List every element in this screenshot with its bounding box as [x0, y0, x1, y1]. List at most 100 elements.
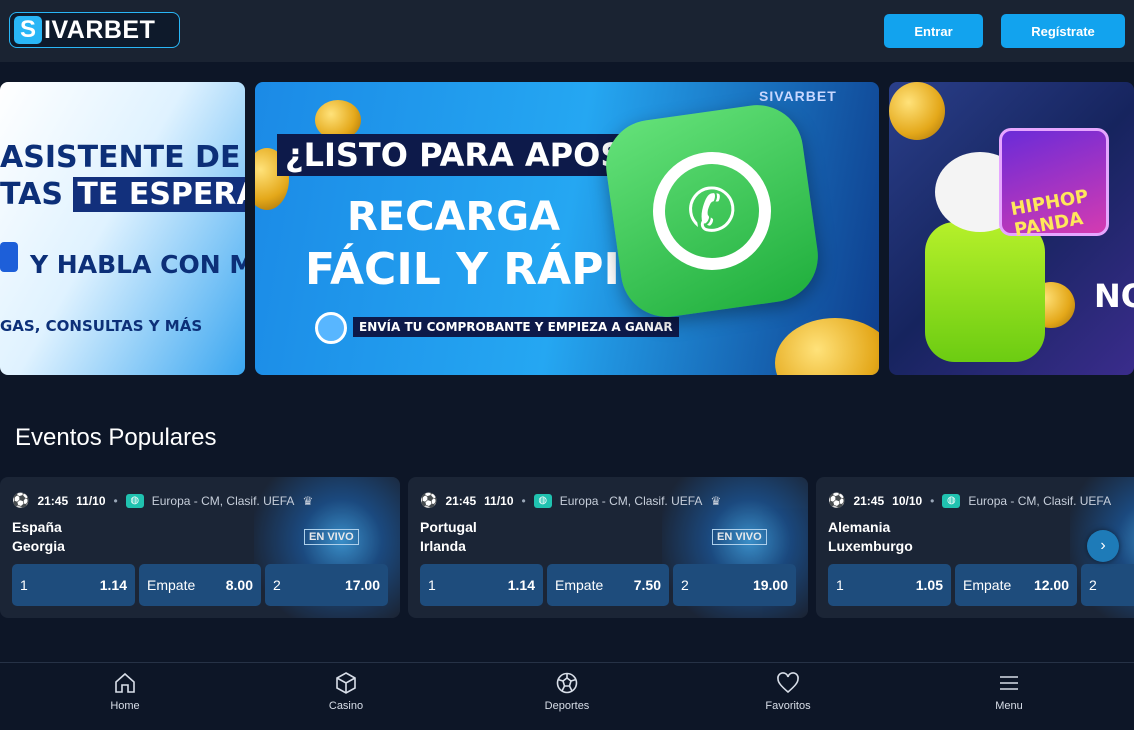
event-date: 11/10	[76, 493, 106, 508]
event-meta: ⚽ 21:45 10/10 • ◍ Europa - CM, Clasif. U…	[828, 492, 1111, 509]
odd-button-home[interactable]: 1 1.14	[12, 564, 135, 606]
odd-button-away[interactable]: 2 19.00	[673, 564, 796, 606]
odd-label: 1	[836, 577, 844, 593]
hamburger-menu-icon	[1000, 676, 1018, 690]
promo-banner-hiphop-panda[interactable]: HIPHOP PANDA NO K	[889, 82, 1134, 375]
away-team: Irlanda	[420, 538, 466, 554]
nav-label: Deportes	[544, 700, 590, 712]
live-badge: EN VIVO	[304, 529, 359, 545]
pointer-hand-icon	[0, 242, 18, 272]
odd-label: 1	[428, 577, 436, 593]
carousel-next-arrow-icon[interactable]: ›	[1087, 530, 1119, 562]
nav-label: Casino	[328, 700, 364, 712]
nav-item-home[interactable]: Home	[80, 671, 170, 712]
trophy-icon: ♛	[710, 493, 722, 508]
banner-brand-text: SIVARBET	[759, 88, 837, 104]
event-time: 21:45	[853, 493, 885, 508]
odd-value: 1.05	[915, 577, 943, 593]
gold-coin-icon	[775, 318, 879, 375]
nav-item-menu[interactable]: Menu	[964, 671, 1054, 712]
home-team: Portugal	[420, 519, 477, 535]
home-team: Alemania	[828, 519, 891, 535]
home-team: España	[12, 519, 62, 535]
banner-panda-text: NO K	[1094, 277, 1134, 315]
separator-dot: •	[521, 493, 526, 508]
nav-label: Menu	[995, 700, 1023, 712]
odd-value: 17.00	[344, 577, 380, 593]
event-time: 21:45	[37, 493, 69, 508]
gold-coin-icon	[889, 82, 945, 140]
banner-whatsapp-line1: RECARGA	[347, 194, 561, 240]
nav-item-casino[interactable]: Casino	[301, 671, 391, 712]
nav-item-favorites[interactable]: Favoritos	[743, 671, 833, 712]
event-league: Europa - CM, Clasif. UEFA	[968, 493, 1112, 508]
top-header: S IVARBET Entrar Regístrate	[0, 0, 1134, 62]
odd-button-home[interactable]: 1 1.05	[828, 564, 951, 606]
odd-value: 8.00	[225, 577, 253, 593]
odd-label: Empate	[555, 577, 604, 593]
bottom-nav: Home Casino Deportes Favoritos Menu	[0, 662, 1134, 730]
away-team: Luxemburgo	[828, 538, 913, 554]
odd-label: Empate	[147, 577, 196, 593]
home-icon	[115, 672, 135, 693]
odd-value: 1.14	[99, 577, 127, 593]
banner-assistant-line2: TAS TE ESPERA!	[0, 177, 245, 212]
soccer-ball-icon	[556, 672, 578, 694]
soccer-ball-icon: ⚽	[420, 492, 438, 508]
banner-assistant-line3: Y HABLA CON MAYA.	[30, 250, 245, 279]
odd-button-away[interactable]: 2 17.00	[265, 564, 388, 606]
nav-item-sports[interactable]: Deportes	[522, 671, 612, 712]
check-badge-icon	[315, 312, 347, 344]
globe-icon: ◍	[942, 493, 961, 508]
banner-assistant-line2b: TE ESPERA!	[73, 177, 245, 212]
odd-label: 2	[681, 577, 689, 593]
odd-button-draw[interactable]: Empate 12.00	[955, 564, 1077, 606]
nav-label: Home	[110, 700, 140, 712]
globe-icon: ◍	[125, 493, 144, 508]
soccer-ball-icon: ⚽	[12, 492, 30, 508]
odd-label: 2	[1089, 577, 1097, 593]
event-time: 21:45	[445, 493, 477, 508]
banner-assistant-line2a: TAS	[0, 177, 63, 212]
odd-value: 12.00	[1033, 577, 1069, 593]
dice-cube-icon	[336, 672, 356, 694]
odd-label: Empate	[963, 577, 1012, 593]
game-card-title: HIPHOP PANDA	[1009, 185, 1091, 241]
register-button[interactable]: Regístrate	[1001, 14, 1125, 48]
banner-assistant-line1: ASISTENTE DE	[0, 140, 241, 175]
banner-assistant-line4: GAS, CONSULTAS Y MÁS	[0, 317, 203, 335]
event-league: Europa - CM, Clasif. UEFA	[151, 493, 295, 508]
hiphop-panda-game-card: HIPHOP PANDA	[999, 128, 1109, 241]
banner-whatsapp-small: ENVÍA TU COMPROBANTE Y EMPIEZA A GANAR	[353, 317, 679, 337]
promo-banner-assistant[interactable]: ASISTENTE DE TAS TE ESPERA! Y HABLA CON …	[0, 82, 245, 375]
logo-s-mark: S	[14, 16, 42, 44]
live-badge: EN VIVO	[712, 529, 767, 545]
sivarbet-logo[interactable]: S IVARBET	[9, 12, 180, 48]
odd-label: 1	[20, 577, 28, 593]
section-title-popular-events: Eventos Populares	[15, 424, 217, 451]
event-league: Europa - CM, Clasif. UEFA	[559, 493, 703, 508]
soccer-ball-icon: ⚽	[828, 492, 846, 508]
odd-label: 2	[273, 577, 281, 593]
event-meta: ⚽ 21:45 11/10 • ◍ Europa - CM, Clasif. U…	[12, 492, 313, 509]
odd-button-away[interactable]: 2	[1081, 564, 1134, 606]
odd-value: 19.00	[752, 577, 788, 593]
event-date: 11/10	[484, 493, 514, 508]
separator-dot: •	[113, 493, 118, 508]
logo-wordmark: IVARBET	[44, 15, 156, 44]
odd-value: 1.14	[507, 577, 535, 593]
odd-button-draw[interactable]: Empate 8.00	[139, 564, 261, 606]
separator-dot: •	[930, 493, 935, 508]
login-button[interactable]: Entrar	[884, 14, 983, 48]
event-card[interactable]: EN VIVO ⚽ 21:45 11/10 • ◍ Europa - CM, C…	[408, 477, 808, 618]
odd-value: 7.50	[633, 577, 661, 593]
promo-banner-whatsapp[interactable]: SIVARBET ¿LISTO PARA APOSTAR? RECARGA FÁ…	[255, 82, 879, 375]
odd-button-home[interactable]: 1 1.14	[420, 564, 543, 606]
event-card[interactable]: EN VIVO ⚽ 21:45 11/10 • ◍ Europa - CM, C…	[0, 477, 400, 618]
heart-icon	[777, 672, 799, 694]
trophy-icon: ♛	[302, 493, 314, 508]
nav-label: Favoritos	[765, 700, 811, 712]
odd-button-draw[interactable]: Empate 7.50	[547, 564, 669, 606]
event-meta: ⚽ 21:45 11/10 • ◍ Europa - CM, Clasif. U…	[420, 492, 721, 509]
away-team: Georgia	[12, 538, 65, 554]
